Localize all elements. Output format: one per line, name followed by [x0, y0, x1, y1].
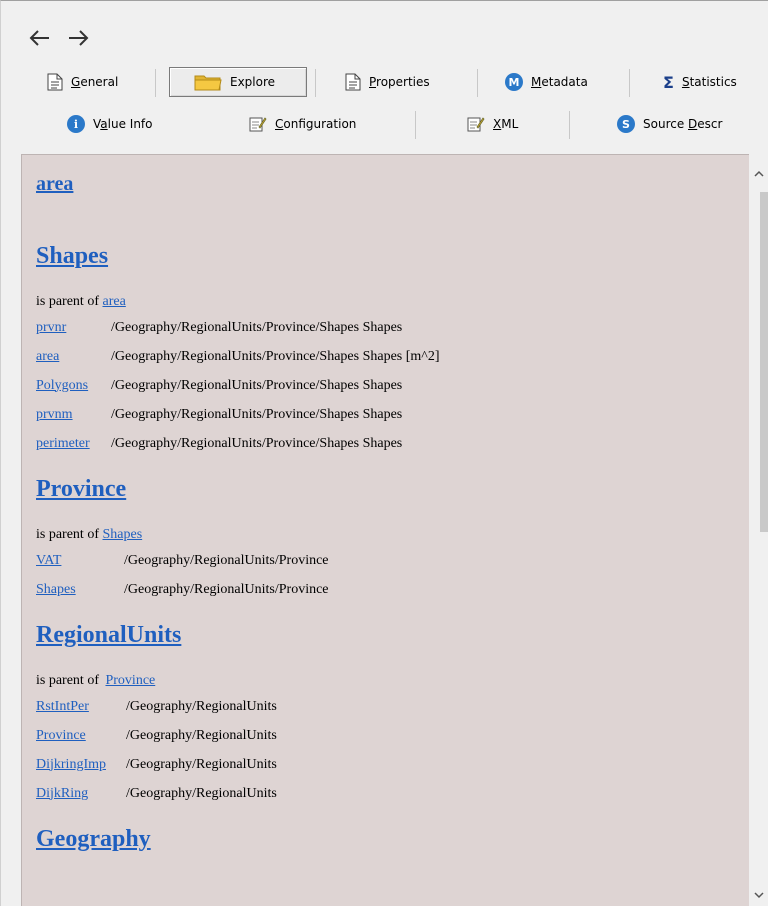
edit-note-icon: [249, 116, 267, 132]
tab-properties[interactable]: Properties: [339, 67, 436, 97]
item-path: /Geography/RegionalUnits: [126, 756, 277, 772]
detail-tabs-row-2: i Value Info Configuration XML S Source …: [21, 109, 768, 139]
section-title-link[interactable]: RegionalUnits: [36, 622, 181, 649]
item-link[interactable]: DijkringImp: [36, 757, 126, 773]
tab-properties-label: Properties: [369, 75, 430, 89]
forward-button[interactable]: [65, 25, 91, 51]
tab-separator: [315, 69, 316, 97]
explorer-window: General Explore Properties M Metadata Σ …: [0, 0, 768, 906]
item-path: /Geography/RegionalUnits/Province: [124, 552, 329, 568]
list-item: RstIntPer/Geography/RegionalUnits: [36, 692, 749, 721]
list-item: VAT/Geography/RegionalUnits/Province: [36, 546, 749, 575]
source-s-icon: S: [617, 115, 635, 133]
edit-note-icon: [467, 116, 485, 132]
tab-statistics[interactable]: Σ Statistics: [657, 67, 743, 97]
tab-separator: [415, 111, 416, 139]
item-link[interactable]: DijkRing: [36, 786, 126, 802]
item-link[interactable]: VAT: [36, 553, 124, 569]
tab-separator: [477, 69, 478, 97]
back-button[interactable]: [27, 25, 53, 51]
tab-value-info[interactable]: i Value Info: [61, 109, 159, 139]
parent-link[interactable]: Shapes: [102, 527, 142, 542]
tab-configuration-label: Configuration: [275, 117, 357, 131]
metadata-m-icon: M: [505, 73, 523, 91]
item-path: /Geography/RegionalUnits: [126, 727, 277, 743]
list-item: DijkringImp/Geography/RegionalUnits: [36, 750, 749, 779]
tab-general[interactable]: General: [41, 67, 124, 97]
list-item: DijkRing/Geography/RegionalUnits: [36, 779, 749, 808]
item-path: /Geography/RegionalUnits: [126, 785, 277, 801]
item-path: /Geography/RegionalUnits/Province/Shapes…: [111, 406, 403, 422]
tab-general-label: General: [71, 75, 119, 89]
item-path: /Geography/RegionalUnits/Province/Shapes…: [111, 319, 403, 335]
tab-value-info-label: Value Info: [93, 117, 153, 131]
tab-configuration[interactable]: Configuration: [243, 109, 362, 139]
info-icon: i: [67, 115, 85, 133]
arrow-right-icon: [69, 30, 89, 46]
list-item: prvnm/Geography/RegionalUnits/Province/S…: [36, 400, 749, 429]
section-province: Province is parent of Shapes VAT/Geograp…: [36, 476, 749, 604]
detail-tabs-row-1: General Explore Properties M Metadata Σ …: [21, 67, 768, 97]
list-item: perimeter/Geography/RegionalUnits/Provin…: [36, 429, 749, 458]
tab-xml-label: XML: [493, 117, 519, 131]
list-item: Shapes/Geography/RegionalUnits/Province: [36, 575, 749, 604]
tab-source-descr[interactable]: S Source Descr: [611, 109, 728, 139]
item-link[interactable]: perimeter: [36, 436, 111, 452]
tab-separator: [155, 69, 156, 97]
section-title-link[interactable]: Province: [36, 476, 126, 503]
top-item-link[interactable]: area: [36, 173, 73, 196]
arrow-left-icon: [29, 30, 49, 46]
item-path: /Geography/RegionalUnits/Province/Shapes…: [111, 377, 403, 393]
item-link[interactable]: Shapes: [36, 582, 124, 598]
vertical-scrollbar[interactable]: [749, 154, 768, 906]
parent-prefix: is parent of: [36, 527, 99, 542]
document-icon: [345, 73, 361, 91]
parent-line: is parent of area: [36, 291, 749, 313]
item-path: /Geography/RegionalUnits/Province: [124, 581, 329, 597]
sigma-icon: Σ: [663, 72, 674, 92]
section-title-link[interactable]: Shapes: [36, 243, 108, 270]
parent-line: is parent of Shapes: [36, 524, 749, 546]
list-item: area/Geography/RegionalUnits/Province/Sh…: [36, 342, 749, 371]
item-path: /Geography/RegionalUnits: [126, 698, 277, 714]
section-shapes: Shapes is parent of area prvnr/Geography…: [36, 243, 749, 458]
item-link[interactable]: Polygons: [36, 378, 111, 394]
tab-metadata[interactable]: M Metadata: [499, 67, 594, 97]
tab-metadata-label: Metadata: [531, 75, 588, 89]
tab-separator: [569, 111, 570, 139]
navigation-bar: [27, 23, 91, 53]
item-path: /Geography/RegionalUnits/Province/Shapes…: [111, 435, 403, 451]
tab-statistics-label: Statistics: [681, 75, 737, 89]
tab-separator: [629, 69, 630, 97]
item-link[interactable]: area: [36, 349, 111, 365]
scrollbar-thumb[interactable]: [760, 192, 768, 532]
section-title-link[interactable]: Geography: [36, 826, 151, 853]
list-item: Polygons/Geography/RegionalUnits/Provinc…: [36, 371, 749, 400]
parent-line: is parent of Province: [36, 670, 749, 692]
parent-prefix: is parent of: [36, 294, 99, 309]
folder-icon: [194, 73, 222, 91]
tab-xml[interactable]: XML: [461, 109, 524, 139]
parent-prefix: is parent of: [36, 673, 99, 688]
explore-content-pane: area Shapes is parent of area prvnr/Geog…: [21, 154, 749, 906]
chevron-down-icon[interactable]: [753, 889, 765, 901]
tab-explore-label: Explore: [230, 75, 276, 89]
chevron-up-icon[interactable]: [753, 168, 765, 180]
item-link[interactable]: Province: [36, 728, 126, 744]
item-link[interactable]: RstIntPer: [36, 699, 126, 715]
tab-source-descr-label: Source Descr: [643, 117, 723, 131]
list-item: prvnr/Geography/RegionalUnits/Province/S…: [36, 313, 749, 342]
parent-link[interactable]: Province: [105, 673, 155, 688]
section-geography: Geography: [36, 826, 749, 856]
parent-link[interactable]: area: [102, 294, 125, 309]
item-link[interactable]: prvnm: [36, 407, 111, 423]
document-icon: [47, 73, 63, 91]
section-regionalunits: RegionalUnits is parent of Province RstI…: [36, 622, 749, 808]
item-path: /Geography/RegionalUnits/Province/Shapes…: [111, 348, 440, 364]
list-item: Province/Geography/RegionalUnits: [36, 721, 749, 750]
item-link[interactable]: prvnr: [36, 320, 111, 336]
tab-explore[interactable]: Explore: [169, 67, 307, 97]
